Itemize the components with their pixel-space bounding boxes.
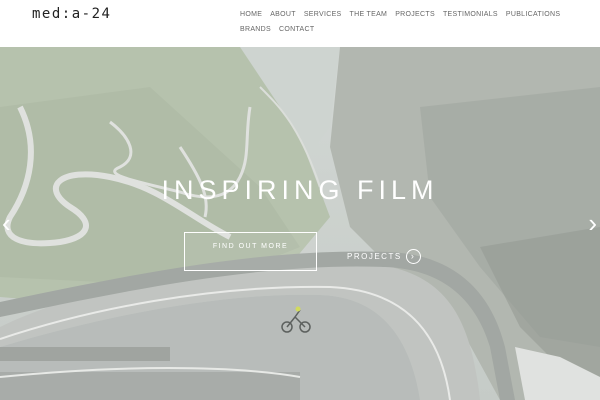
hero-headline: INSPIRING FILM <box>161 175 439 205</box>
nav-projects[interactable]: PROJECTS <box>395 11 435 19</box>
nav-contact[interactable]: CONTACT <box>279 26 314 34</box>
nav-the-team[interactable]: THE TEAM <box>350 11 388 19</box>
find-out-more-button[interactable]: FIND OUT MORE <box>184 232 317 271</box>
nav-publications[interactable]: PUBLICATIONS <box>506 11 560 19</box>
hero-overlay <box>0 47 600 400</box>
chevron-right-circle-icon: › <box>405 249 421 264</box>
slider-next-arrow-icon[interactable]: › <box>588 210 597 236</box>
projects-link[interactable]: PROJECTS › <box>347 249 421 264</box>
hero-slider: ‹ › INSPIRING FILM FIND OUT MORE PROJECT… <box>0 47 600 400</box>
nav-brands[interactable]: BRANDS <box>240 26 271 34</box>
slider-prev-arrow-icon[interactable]: ‹ <box>2 210 11 236</box>
main-nav: HOME ABOUT SERVICES THE TEAM PROJECTS TE… <box>236 11 566 34</box>
nav-home[interactable]: HOME <box>240 11 262 19</box>
nav-about[interactable]: ABOUT <box>270 11 296 19</box>
nav-services[interactable]: SERVICES <box>304 11 342 19</box>
site-logo[interactable]: med:a-24 <box>32 6 111 22</box>
projects-link-label: PROJECTS <box>347 252 402 261</box>
site-header: med:a-24 HOME ABOUT SERVICES THE TEAM PR… <box>0 0 600 47</box>
nav-testimonials[interactable]: TESTIMONIALS <box>443 11 498 19</box>
